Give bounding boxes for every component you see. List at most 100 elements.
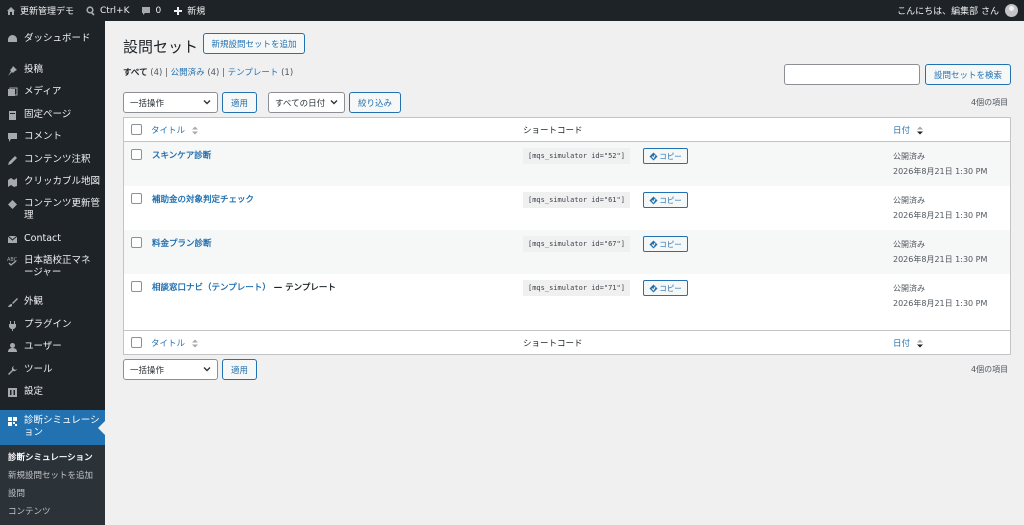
apply-button[interactable]: 適用 [222, 92, 257, 113]
menu-label: 日本語校正マネージャー [24, 255, 91, 278]
site-name-link[interactable]: 更新管理デモ [0, 0, 80, 21]
post-date: 2026年8月21日 1:30 PM [893, 211, 988, 220]
submenu-add-new[interactable]: 新規設問セットを追加 [0, 467, 105, 485]
admin-menu: ダッシュボード 投稿 メディア 固定ページ コメント コンテンツ注釈 クリッカブ… [0, 21, 105, 525]
date-filter-select[interactable]: すべての日付 [268, 92, 345, 113]
row-title-link[interactable]: 相談窓口ナビ（テンプレート） [152, 283, 271, 293]
table-header: タイトル ショートコード 日付 [124, 118, 1010, 142]
menu-contact[interactable]: Contact [0, 233, 105, 245]
menu-posts[interactable]: 投稿 [0, 64, 105, 76]
menu-label: Contact [24, 233, 61, 244]
row-checkbox[interactable] [131, 149, 142, 160]
map-icon [6, 176, 18, 188]
menu-label: ユーザー [24, 341, 62, 352]
dashboard-icon [6, 33, 18, 45]
copy-label: コピー [659, 239, 682, 249]
comment-icon [6, 131, 18, 143]
select-all-checkbox-footer[interactable] [131, 337, 142, 348]
menu-pages[interactable]: 固定ページ [0, 109, 105, 121]
date-cell: 公開済み 2026年8月21日 1:30 PM [893, 193, 987, 223]
menu-tools[interactable]: ツール [0, 364, 105, 376]
status-filters: すべて (4) | 公開済み (4) | テンプレート (1) [123, 66, 293, 78]
menu-label: プラグイン [24, 319, 72, 330]
row-title-link[interactable]: 料金プラン診断 [152, 237, 212, 249]
sort-icon [191, 339, 198, 348]
post-date: 2026年8月21日 1:30 PM [893, 299, 988, 308]
column-title-header[interactable]: タイトル [151, 124, 198, 136]
search-button[interactable]: 設問セットを検索 [925, 64, 1011, 85]
copy-icon [649, 152, 658, 160]
menu-dashboard[interactable]: ダッシュボード [0, 33, 105, 45]
menu-proofreading[interactable]: ABC 日本語校正マネージャー [0, 255, 105, 279]
add-new-button[interactable]: 新規設問セットを追加 [203, 33, 305, 54]
row-checkbox[interactable] [131, 281, 142, 292]
menu-comments[interactable]: コメント [0, 131, 105, 143]
search-input[interactable] [784, 64, 920, 85]
menu-label: ツール [24, 364, 53, 375]
select-all-checkbox[interactable] [131, 124, 142, 135]
copy-button[interactable]: コピー [643, 236, 688, 252]
filter-published[interactable]: 公開済み [171, 68, 205, 78]
menu-diagnosis-simulation[interactable]: 診断シミュレーション [0, 410, 105, 445]
shortcode-text: [mqs_simulator id="52"] [523, 148, 630, 164]
copy-button[interactable]: コピー [643, 280, 688, 296]
shortcode-text: [mqs_simulator id="67"] [523, 236, 630, 252]
items-count: 4個の項目 [971, 98, 1009, 107]
pencil-icon [6, 154, 18, 166]
row-checkbox[interactable] [131, 193, 142, 204]
shortcut-label: Ctrl+K [100, 5, 130, 16]
column-title-label: タイトル [151, 339, 186, 349]
menu-settings[interactable]: 設定 [0, 386, 105, 398]
chevron-down-icon [203, 367, 211, 372]
my-account[interactable]: こんにちは、編集部 さん [897, 4, 1024, 17]
menu-clickable-map[interactable]: クリッカブル地図 [0, 176, 105, 188]
bulk-action-select-bottom[interactable]: 一括操作 [123, 359, 218, 380]
page-title: 設問セット [123, 38, 199, 56]
greeting: こんにちは、編集部 さん [897, 7, 999, 17]
column-date-header[interactable]: 日付 [893, 124, 923, 136]
filter-template[interactable]: テンプレート [228, 68, 279, 78]
menu-label: コンテンツ注釈 [24, 154, 91, 165]
comments-link[interactable]: 0 [135, 0, 167, 21]
submenu-diagnosis[interactable]: 診断シミュレーション [0, 449, 105, 467]
menu-content-annotation[interactable]: コンテンツ注釈 [0, 154, 105, 166]
column-title-footer[interactable]: タイトル [151, 337, 198, 349]
apply-button-bottom[interactable]: 適用 [222, 359, 257, 380]
menu-label: 投稿 [24, 64, 44, 75]
filter-all[interactable]: すべて [123, 68, 148, 78]
menu-label: 外観 [24, 296, 44, 307]
row-title-link[interactable]: スキンケア診断 [152, 149, 211, 161]
menu-appearance[interactable]: 外観 [0, 296, 105, 308]
copy-button[interactable]: コピー [643, 148, 688, 164]
menu-content-update[interactable]: コンテンツ更新管理 [0, 198, 105, 222]
items-count-bottom: 4個の項目 [971, 365, 1009, 374]
date-filter-value: すべての日付 [275, 98, 326, 109]
column-date-label: 日付 [893, 126, 911, 136]
row-title-link[interactable]: 補助金の対象判定チェック [152, 193, 254, 205]
copy-button[interactable]: コピー [643, 192, 688, 208]
row-checkbox[interactable] [131, 237, 142, 248]
bulk-action-value: 一括操作 [130, 365, 165, 376]
shortcode-text: [mqs_simulator id="71"] [523, 280, 630, 296]
filter-all-count: (4) [150, 68, 163, 78]
bulk-action-value: 一括操作 [130, 98, 165, 109]
bulk-action-select[interactable]: 一括操作 [123, 92, 218, 113]
command-palette-link[interactable]: Ctrl+K [80, 0, 135, 21]
chevron-down-icon [330, 100, 338, 105]
menu-users[interactable]: ユーザー [0, 341, 105, 353]
copy-icon [649, 284, 658, 292]
menu-media[interactable]: メディア [0, 86, 105, 98]
table-row: スキンケア診断 [mqs_simulator id="52"] コピー 公開済み… [124, 142, 1010, 186]
column-date-footer[interactable]: 日付 [893, 337, 923, 349]
menu-plugins[interactable]: プラグイン [0, 319, 105, 331]
submenu-contents[interactable]: コンテンツ [0, 503, 105, 521]
filter-template-count: (1) [281, 68, 294, 78]
submenu-questions[interactable]: 設問 [0, 485, 105, 503]
menu-label: コメント [24, 131, 63, 142]
new-content-link[interactable]: 新規 [167, 0, 211, 21]
qr-icon [6, 415, 18, 427]
filter-button[interactable]: 絞り込み [349, 92, 401, 113]
copy-icon [649, 240, 658, 248]
menu-label: メディア [24, 86, 62, 97]
sort-desc-icon [916, 339, 923, 348]
